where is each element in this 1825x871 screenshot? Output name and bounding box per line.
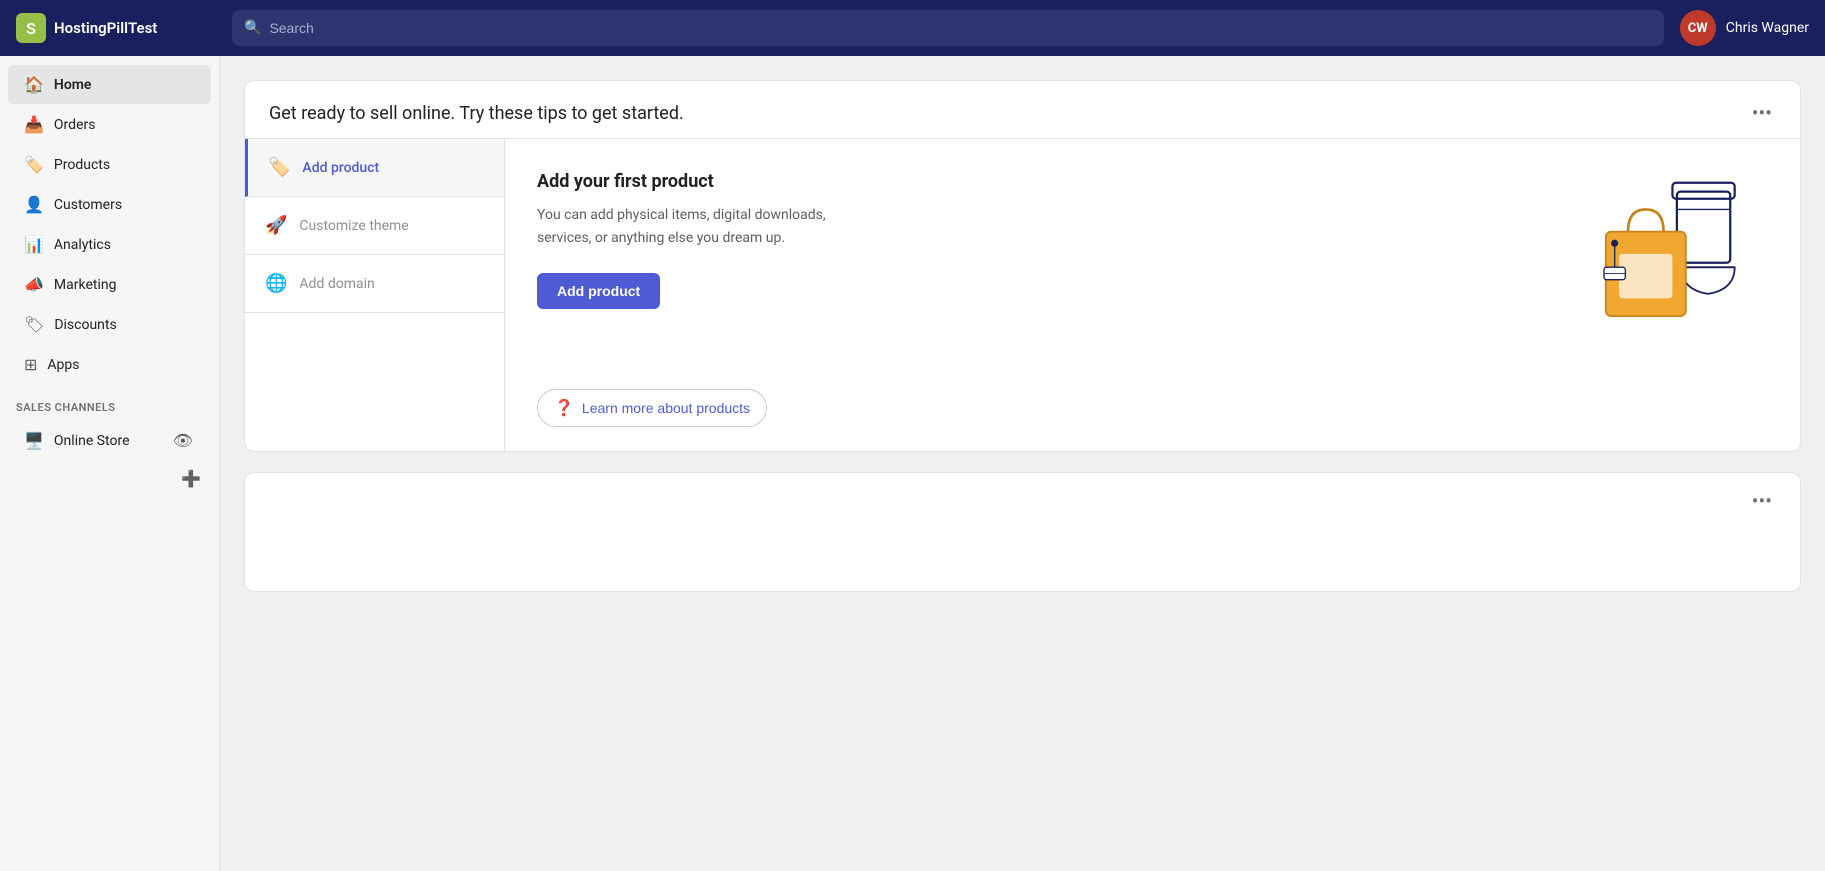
card-menu-button[interactable]: ••• [1748, 101, 1776, 125]
products-icon: 🏷️ [24, 155, 44, 174]
step-text-area: Add your first product You can add physi… [537, 171, 1568, 427]
sidebar-item-label: Discounts [54, 317, 116, 333]
sidebar-item-label: Customers [54, 197, 122, 213]
step-label: Add domain [299, 276, 374, 292]
sidebar-item-label: Home [54, 77, 92, 93]
learn-more-button[interactable]: ❓ Learn more about products [537, 389, 767, 427]
online-store-left: 🖥️ Online Store [24, 431, 130, 450]
search-input[interactable] [269, 20, 1651, 36]
sidebar-item-online-store[interactable]: 🖥️ Online Store 👁 [8, 419, 211, 462]
search-icon: 🔍 [244, 20, 261, 36]
step-label: Customize theme [299, 218, 408, 234]
getting-started-card: Get ready to sell online. Try these tips… [244, 80, 1801, 452]
sidebar-item-label: Marketing [54, 277, 117, 293]
add-product-button[interactable]: Add product [537, 273, 660, 309]
brand-area: S HostingPillTest [16, 13, 216, 43]
sidebar-item-analytics[interactable]: 📊 Analytics [8, 225, 211, 264]
main-layout: 🏠 Home 📥 Orders 🏷️ Products 👤 Customers … [0, 56, 1825, 871]
top-navigation: S HostingPillTest 🔍 CW Chris Wagner [0, 0, 1825, 56]
eye-icon[interactable]: 👁 [171, 429, 195, 452]
add-product-step-icon: 🏷️ [268, 157, 290, 178]
add-channel-icon[interactable]: ➕ [179, 467, 203, 490]
step-label: Add product [302, 160, 379, 176]
add-domain-step-icon: 🌐 [265, 273, 287, 294]
sidebar-item-label: Apps [47, 357, 79, 373]
steps-list: 🏷️ Add product 🚀 Customize theme 🌐 Add d… [245, 139, 505, 451]
user-area: CW Chris Wagner [1680, 10, 1809, 46]
learn-more-label: Learn more about products [582, 400, 750, 416]
online-store-icon: 🖥️ [24, 431, 44, 450]
card-header: Get ready to sell online. Try these tips… [245, 81, 1800, 138]
step-detail-content: Add your first product You can add physi… [505, 139, 1800, 451]
step-content-description: You can add physical items, digital down… [537, 204, 857, 249]
step-item-add-product[interactable]: 🏷️ Add product [245, 139, 504, 197]
learn-more-area: ❓ Learn more about products [537, 389, 1568, 427]
sidebar-item-label: Analytics [54, 237, 111, 253]
step-item-customize-theme[interactable]: 🚀 Customize theme [245, 197, 504, 255]
sidebar-item-customers[interactable]: 👤 Customers [8, 185, 211, 224]
sidebar-item-label: Products [54, 157, 110, 173]
orders-icon: 📥 [24, 115, 44, 134]
sidebar-item-products[interactable]: 🏷️ Products [8, 145, 211, 184]
main-content: Get ready to sell online. Try these tips… [220, 56, 1825, 871]
shopify-logo: S [16, 13, 46, 43]
sidebar: 🏠 Home 📥 Orders 🏷️ Products 👤 Customers … [0, 56, 220, 871]
analytics-icon: 📊 [24, 235, 44, 254]
card-title: Get ready to sell online. Try these tips… [269, 101, 684, 126]
sidebar-item-home[interactable]: 🏠 Home [8, 65, 211, 104]
sales-channels-label: SALES CHANNELS [0, 385, 219, 418]
customers-icon: 👤 [24, 195, 44, 214]
sidebar-item-orders[interactable]: 📥 Orders [8, 105, 211, 144]
user-name: Chris Wagner [1726, 20, 1809, 36]
sidebar-item-label: Orders [54, 117, 96, 133]
sidebar-item-apps[interactable]: ⊞ Apps [8, 345, 211, 384]
sidebar-item-marketing[interactable]: 📣 Marketing [8, 265, 211, 304]
apps-icon: ⊞ [24, 355, 37, 374]
search-bar[interactable]: 🔍 [232, 10, 1664, 46]
steps-layout: 🏷️ Add product 🚀 Customize theme 🌐 Add d… [245, 138, 1800, 451]
second-card: ••• [244, 472, 1801, 592]
product-illustration [1568, 155, 1768, 335]
avatar[interactable]: CW [1680, 10, 1716, 46]
sidebar-item-discounts[interactable]: 🏷 Discounts [8, 305, 211, 344]
marketing-icon: 📣 [24, 275, 44, 294]
discounts-icon: 🏷 [24, 315, 44, 334]
customize-theme-step-icon: 🚀 [265, 215, 287, 236]
step-item-add-domain[interactable]: 🌐 Add domain [245, 255, 504, 313]
brand-name: HostingPillTest [54, 19, 157, 37]
home-icon: 🏠 [24, 75, 44, 94]
second-card-menu-button[interactable]: ••• [1748, 489, 1776, 575]
online-store-label: Online Store [54, 433, 130, 449]
step-content-title: Add your first product [537, 171, 1568, 192]
question-icon: ❓ [554, 398, 574, 418]
